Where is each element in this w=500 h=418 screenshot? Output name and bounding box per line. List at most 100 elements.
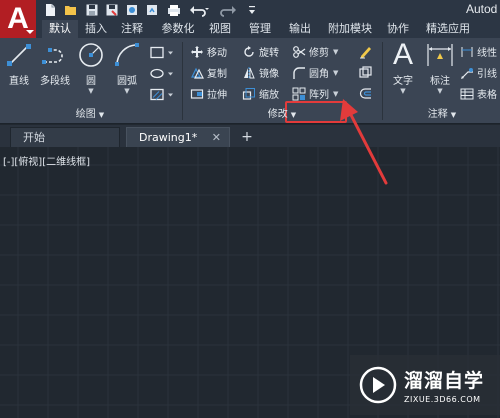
modify-panel-label: 修改 [267,109,288,120]
stretch-icon [190,88,204,99]
scale-label: 缩放 [259,90,279,101]
web-open-icon[interactable] [124,2,140,18]
circle-tool-button[interactable]: 圆 ▼ [76,40,106,95]
polyline-label: 多段线 [40,76,70,87]
linear-label: 线性 [477,48,497,59]
panel-divider [182,42,183,120]
rectangle-icon[interactable] [147,44,177,61]
save-icon[interactable] [84,2,100,18]
copy-tool-button[interactable]: 复制 [190,64,227,81]
redo-icon[interactable] [218,2,240,18]
leader-button[interactable]: 引线 [460,64,497,81]
trim-icon [293,45,306,58]
table-label: 表格 [477,90,497,101]
doc-tab-drawing1[interactable]: Drawing1* ✕ [126,127,230,147]
window-title: Autod [466,2,498,16]
modify-panel-title[interactable]: 修改 ▼ [184,108,380,122]
array-icon [292,87,306,100]
scale-icon [242,87,255,100]
fillet-icon [293,66,305,79]
dimension-icon [425,40,455,70]
rotate-tool-button[interactable]: 旋转 [242,43,279,60]
chevron-down-icon: ▼ [290,111,297,119]
scale-tool-button[interactable]: 缩放 [242,85,279,102]
arc-tool-button[interactable]: 圆弧 ▼ [112,40,142,95]
table-button[interactable]: 表格 [460,85,497,102]
chevron-down-icon [26,30,34,34]
circle-icon [76,40,106,70]
arc-label: 圆弧 [117,76,137,87]
dimension-tool-button[interactable]: 标注 ▼ [424,40,456,95]
stretch-tool-button[interactable]: 拉伸 [190,85,227,102]
print-icon[interactable] [166,2,182,18]
line-label: 直线 [9,76,29,87]
chevron-down-icon: ▼ [98,111,105,119]
doc-tab-start[interactable]: 开始 [10,127,120,147]
circle-label: 圆 [86,76,96,87]
rotate-icon [244,45,254,57]
chevron-down-icon: ▼ [437,87,443,95]
tab-manage[interactable]: 管理 [244,20,276,38]
copy-icon [191,67,204,79]
trim-label: 修剪 [309,48,329,59]
open-folder-icon[interactable] [62,2,80,18]
ribbon-panel-area: 直线 多段线 圆 ▼ 圆弧 ▼ 绘图 ▼ 移动 复制 拉伸 旋转 镜像 缩放 修… [0,38,500,124]
chevron-down-icon: ▼ [400,87,406,95]
explode-icon[interactable] [356,64,374,81]
annotation-panel-title[interactable]: 注释 ▼ [384,108,500,122]
leader-icon [461,67,473,79]
tab-addins[interactable]: 附加模块 [322,20,378,38]
array-tool-button[interactable]: 阵列 ▼ [292,85,338,102]
array-label: 阵列 [309,90,329,101]
chevron-down-icon: ▼ [124,87,130,95]
text-label: 文字 [393,76,413,87]
application-menu-button[interactable]: A [0,0,36,38]
tab-default[interactable]: 默认 [42,20,78,38]
save-as-icon[interactable] [104,2,120,18]
ellipse-icon[interactable] [147,65,177,82]
chevron-down-icon: ▼ [333,47,339,56]
move-tool-button[interactable]: 移动 [190,43,227,60]
leader-label: 引线 [477,69,497,80]
text-icon: A [392,38,413,71]
move-icon [191,45,203,58]
close-icon[interactable]: ✕ [212,128,221,148]
move-label: 移动 [207,48,227,59]
tab-output[interactable]: 输出 [284,20,316,38]
viewport-controls[interactable]: [-][俯视][二维线框] [3,153,90,168]
tab-view[interactable]: 视图 [204,20,236,38]
offset-icon[interactable] [356,85,374,102]
text-tool-button[interactable]: A 文字 ▼ [388,38,418,96]
polyline-tool-button[interactable]: 多段线 [38,40,72,87]
mirror-label: 镜像 [259,69,279,80]
trim-tool-button[interactable]: 修剪 ▼ [292,43,338,60]
draw-panel-title[interactable]: 绘图 ▼ [0,108,180,122]
line-tool-button[interactable]: 直线 [4,40,34,87]
title-bar: Autod [0,0,500,20]
watermark-url: ZIXUE.3D66.COM [404,395,481,404]
new-tab-button[interactable]: + [236,127,258,147]
tab-featured-apps[interactable]: 精选应用 [420,20,476,38]
web-save-icon[interactable] [144,2,160,18]
mirror-tool-button[interactable]: 镜像 [242,64,279,81]
tab-insert[interactable]: 插入 [80,20,112,38]
chevron-down-icon: ▼ [88,87,94,95]
erase-icon[interactable] [356,43,374,60]
tab-collaborate[interactable]: 协作 [382,20,414,38]
new-file-icon[interactable] [42,2,58,18]
linear-dimension-icon [461,46,473,57]
linear-dimension-button[interactable]: 线性 [460,43,497,60]
watermark-play-icon [359,366,397,404]
mirror-icon [244,66,255,79]
chevron-down-icon: ▼ [333,68,339,77]
hatch-icon[interactable] [147,86,177,103]
fillet-tool-button[interactable]: 圆角 ▼ [292,64,338,81]
undo-icon[interactable] [188,2,210,18]
line-icon [4,40,34,70]
tab-parametric[interactable]: 参数化 [156,20,200,38]
customize-dropdown-icon[interactable] [246,2,258,18]
doc-tab-drawing-label: Drawing1* [139,131,198,144]
tab-annotate[interactable]: 注释 [116,20,148,38]
panel-divider [382,42,383,120]
draw-panel-label: 绘图 [75,109,96,120]
